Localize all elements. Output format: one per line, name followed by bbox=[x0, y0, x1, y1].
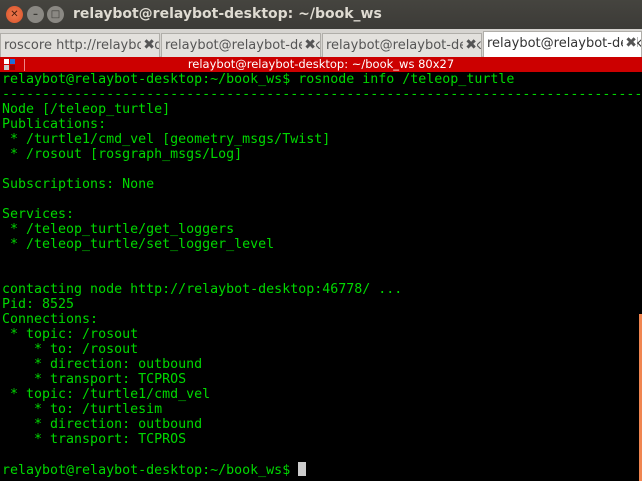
cursor bbox=[298, 462, 307, 476]
tab-terminal-3[interactable]: relaybot@relaybot-desktop: ~/book_ws✖ bbox=[322, 33, 482, 57]
terminal-line: Connections: bbox=[2, 312, 99, 327]
terminal-line: ----------------------------------------… bbox=[2, 87, 642, 102]
prompt-line: relaybot@relaybot-desktop:~/book_ws$ bbox=[2, 462, 638, 478]
terminal-line: * /teleop_turtle/set_logger_level bbox=[2, 237, 275, 252]
terminal-line: Publications: bbox=[2, 117, 107, 132]
terminal-line: relaybot@relaybot-desktop:~/book_ws$ ros… bbox=[2, 72, 515, 87]
tab-label: relaybot@relaybot-desktop: ~/book_ws bbox=[487, 36, 642, 51]
terminal-line: Services: bbox=[2, 207, 75, 222]
close-tab-icon[interactable]: ✖ bbox=[623, 35, 637, 51]
terminal-line: * transport: TCPROS bbox=[2, 432, 187, 447]
terminal-title-bar: relaybot@relaybot-desktop: ~/book_ws 80x… bbox=[0, 57, 642, 72]
terminal-title: relaybot@relaybot-desktop: ~/book_ws 80x… bbox=[187, 57, 455, 71]
divider bbox=[24, 59, 25, 71]
terminal-line: * transport: TCPROS bbox=[2, 372, 187, 387]
maximize-window-button[interactable]: □ bbox=[47, 6, 64, 23]
terminal-line: Node [/teleop_turtle] bbox=[2, 102, 171, 117]
terminal-line: * topic: /rosout bbox=[2, 327, 139, 342]
terminal-output[interactable]: relaybot@relaybot-desktop:~/book_ws$ ros… bbox=[2, 72, 642, 478]
terminal-line: Subscriptions: None bbox=[2, 177, 155, 192]
close-tab-icon[interactable]: ✖ bbox=[302, 37, 316, 53]
prompt: relaybot@relaybot-desktop:~/book_ws$ bbox=[2, 463, 299, 478]
tab-terminal-2[interactable]: relaybot@relaybot-desktop: ~/book_ws✖ bbox=[161, 33, 321, 57]
close-tab-icon[interactable]: ✖ bbox=[141, 37, 155, 53]
close-window-button[interactable]: ✕ bbox=[6, 6, 23, 23]
terminal-menu-icon[interactable] bbox=[4, 59, 15, 70]
terminal-line: * to: /turtlesim bbox=[2, 402, 163, 417]
terminal-line: contacting node http://relaybot-desktop:… bbox=[2, 282, 403, 297]
close-tab-icon[interactable]: ✖ bbox=[463, 37, 477, 53]
minimize-window-button[interactable]: – bbox=[27, 6, 44, 23]
tab-label: roscore http://relaybot-desktop:11311/ bbox=[4, 38, 159, 53]
tab-terminal-4-active[interactable]: relaybot@relaybot-desktop: ~/book_ws✖ bbox=[483, 31, 642, 57]
tab-bar: roscore http://relaybot-desktop:11311/✖ … bbox=[0, 29, 642, 57]
terminal-line: * /rosout [rosgraph_msgs/Log] bbox=[2, 147, 243, 162]
window-titlebar: ✕ – □ relaybot@relaybot-desktop: ~/book_… bbox=[0, 0, 642, 29]
terminal-line: * /turtle1/cmd_vel [geometry_msgs/Twist] bbox=[2, 132, 331, 147]
terminal-line: Pid: 8525 bbox=[2, 297, 75, 312]
terminal-line: * direction: outbound bbox=[2, 417, 203, 432]
terminal-line: * direction: outbound bbox=[2, 357, 203, 372]
tab-roscore[interactable]: roscore http://relaybot-desktop:11311/✖ bbox=[0, 33, 160, 57]
tab-label: relaybot@relaybot-desktop: ~/book_ws bbox=[165, 38, 321, 53]
terminal-line: * /teleop_turtle/get_loggers bbox=[2, 222, 235, 237]
tab-label: relaybot@relaybot-desktop: ~/book_ws bbox=[326, 38, 482, 53]
terminal-line: * topic: /turtle1/cmd_vel bbox=[2, 387, 211, 402]
window-title: relaybot@relaybot-desktop: ~/book_ws bbox=[73, 6, 382, 22]
terminal-line: * to: /rosout bbox=[2, 342, 139, 357]
